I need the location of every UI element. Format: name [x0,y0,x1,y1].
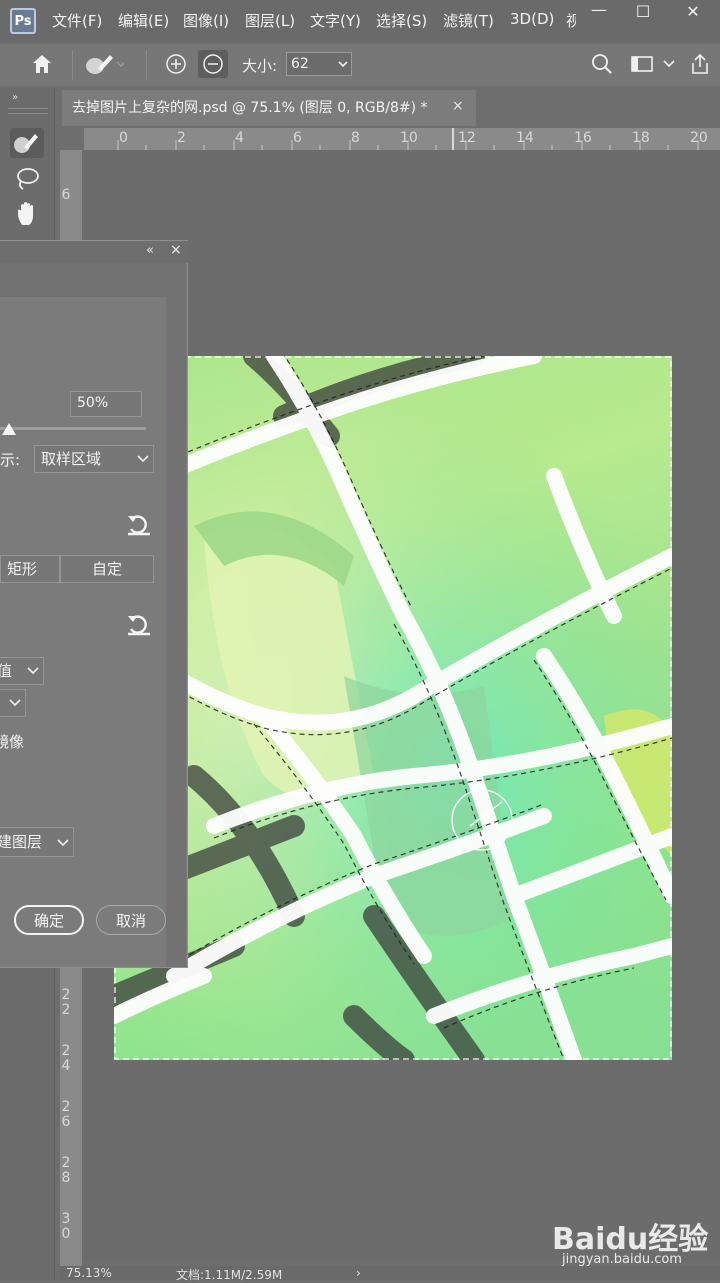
ruler-label: 8 [351,130,360,146]
chevron-down-icon [26,663,40,682]
custom-option[interactable]: 自定 [60,555,154,583]
opacity-slider-thumb[interactable] [1,423,16,435]
display-label: 示: [0,451,21,469]
ruler-label: 6 [293,130,302,146]
healing-brush-tool-icon[interactable] [10,128,44,158]
menu-view[interactable]: 视 [566,10,576,31]
panel-title-bar [0,263,186,297]
baidu-jingyan-watermark: Baidu经验 jingyan.baidu.com [552,1214,712,1270]
opacity-slider-track[interactable] [0,427,146,430]
photoshop-logo: Ps [10,8,36,34]
maximize-button[interactable]: ☐ [626,2,660,26]
menu-select[interactable]: 选择(S) [376,10,427,31]
zoom-level[interactable]: 75.13% [66,1266,112,1280]
document-info: 文档:1.11M/2.59M [176,1268,283,1282]
menu-3d[interactable]: 3D(D) [510,10,554,28]
ruler-label: 12 [458,130,476,146]
panel-collapse-icon[interactable]: « [146,243,154,258]
close-window-button[interactable]: ✕ [676,2,710,26]
mirror-label: 镜像 [0,733,25,751]
healing-brush-preset-icon[interactable] [84,52,126,80]
menu-file[interactable]: 文件(F) [52,10,102,31]
subtract-from-sample-button[interactable] [198,50,228,78]
menu-edit[interactable]: 编辑(E) [118,10,169,31]
toolbar-grip[interactable] [8,108,48,114]
chevron-down-icon [56,835,70,854]
watermark-url: jingyan.baidu.com [562,1252,682,1267]
ruler-label: 10 [400,130,418,146]
panel-scrollbar[interactable] [166,297,186,967]
menu-image[interactable]: 图像(I) [183,10,229,31]
rectangle-option[interactable]: 矩形 [0,555,60,583]
ruler-label: 4 [235,130,244,146]
menu-layer[interactable]: 图层(L) [245,10,295,31]
content-aware-fill-panel: « × 50% 示: 取样区域 矩形 自定 值 镜像 建图层 确定 取消 [0,240,188,968]
size-dropdown[interactable] [336,54,350,74]
add-to-sample-icon[interactable] [164,52,188,80]
cancel-button[interactable]: 取消 [96,905,166,935]
options-separator [146,50,147,80]
toolbar-collapse-icon[interactable]: » [12,92,18,103]
document-tab[interactable]: 去掉图片上复杂的网.psd @ 75.1% (图层 0, RGB/8#) * [62,90,476,126]
lasso-tool-icon[interactable] [10,164,44,194]
share-icon[interactable] [688,52,712,80]
chevron-down-icon [8,695,22,714]
opacity-input[interactable]: 50% [70,391,142,417]
options-separator [72,50,73,80]
document-tab-close-icon[interactable]: × [452,98,464,114]
search-icon[interactable] [590,52,614,80]
ruler-label: 14 [516,130,534,146]
horizontal-ruler: 0 2 4 6 8 10 12 14 16 18 20 [84,128,720,150]
reset-icon[interactable] [126,613,152,643]
reset-icon[interactable] [126,513,152,543]
chevron-down-icon[interactable] [662,56,676,76]
hand-tool-icon[interactable] [10,198,44,228]
ruler-label: 2 2 [61,987,71,1018]
size-label: 大小: [242,57,278,75]
ruler-label: 6 [61,187,71,203]
minimize-button[interactable]: — [582,0,616,24]
chevron-down-icon [136,451,150,470]
ruler-label: 0 [119,130,128,146]
ruler-label: 20 [690,130,708,146]
panel-close-icon[interactable]: × [170,242,182,258]
ruler-label: 3 0 [61,1211,71,1242]
ruler-label: 2 8 [61,1155,71,1186]
menu-type[interactable]: 文字(Y) [310,10,361,31]
status-arrow-icon[interactable]: › [356,1266,361,1280]
ruler-label: 2 4 [61,1043,71,1074]
ruler-label: 16 [574,130,592,146]
panel-header [0,241,188,263]
ruler-label: 2 [177,130,186,146]
ok-button[interactable]: 确定 [14,905,84,935]
ruler-label: 18 [632,130,650,146]
document-image[interactable] [114,356,672,1060]
ruler-label: 2 6 [61,1099,71,1130]
home-icon[interactable] [30,52,54,81]
workspace-icon[interactable] [630,54,654,78]
menu-filter[interactable]: 滤镜(T) [443,10,494,31]
